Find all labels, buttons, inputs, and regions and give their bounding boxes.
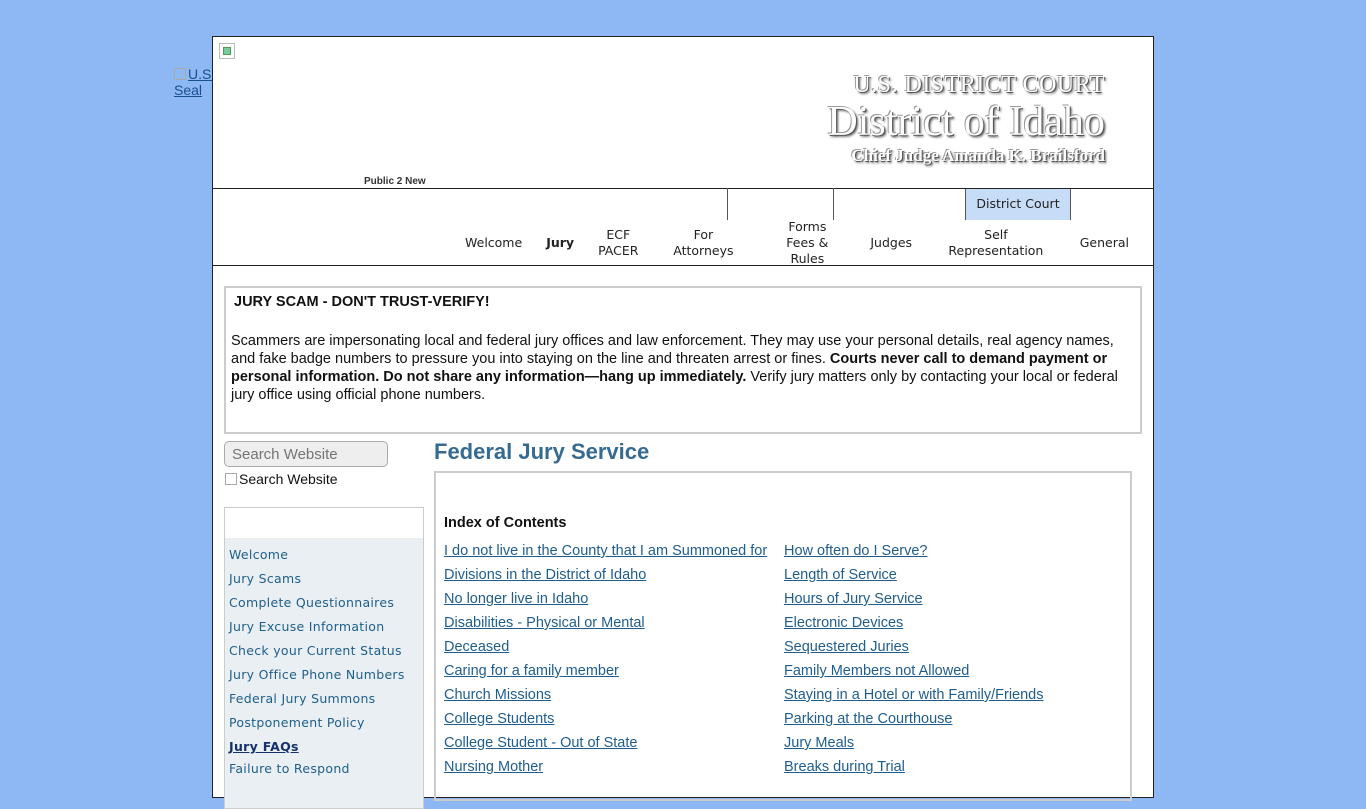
broken-image-icon	[219, 43, 235, 59]
search-button[interactable]: Search Website	[225, 471, 338, 487]
index-link[interactable]: College Student - Out of State	[444, 731, 767, 755]
search-button-alt-text: Search Website	[239, 471, 338, 487]
index-link[interactable]: I do not live in the County that I am Su…	[444, 539, 767, 563]
sidebar-item-postponement-policy[interactable]: Postponement Policy	[229, 715, 423, 739]
court-banner: U.S. DISTRICT COURT District of Idaho Ch…	[827, 71, 1105, 167]
nav-item-self-representation[interactable]: Self Representation	[924, 227, 1068, 259]
sidebar: Welcome Jury Scams Complete Questionnair…	[224, 507, 424, 809]
index-column-right: How often do I Serve? Length of Service …	[784, 539, 1044, 779]
public-label: Public 2 New	[364, 176, 426, 187]
nav-label: Welcome	[465, 235, 523, 250]
index-title: Index of Contents	[444, 515, 567, 531]
index-link[interactable]: How often do I Serve?	[784, 539, 1044, 563]
nav-item-welcome[interactable]: Welcome	[453, 235, 534, 251]
nav-label: For Attorneys	[673, 227, 734, 258]
search-input[interactable]	[224, 441, 388, 467]
nav-divider	[213, 265, 1153, 266]
sidebar-item-jury-office-phone-numbers[interactable]: Jury Office Phone Numbers	[229, 667, 423, 691]
index-link[interactable]: Sequestered Juries	[784, 635, 1044, 659]
nav-label: Self Representation	[948, 227, 1044, 258]
scam-alert-box: JURY SCAM - DON'T TRUST-VERIFY! Scammers…	[224, 286, 1142, 434]
nav-item-judges[interactable]: Judges	[858, 235, 924, 251]
nav-item-general[interactable]: General	[1068, 235, 1141, 251]
index-link[interactable]: Church Missions	[444, 683, 767, 707]
nav-label-second-line: PACER	[598, 243, 639, 258]
nav-label: Forms	[788, 219, 827, 234]
court-name-line: U.S. DISTRICT COURT	[853, 72, 1105, 98]
main-navigation: Welcome Jury ECF PACER For Attorneys Form…	[453, 219, 1153, 266]
nav-label: ECF	[606, 227, 631, 242]
nav-label: Judges	[870, 235, 913, 250]
nav-item-for-attorneys[interactable]: For Attorneys	[650, 227, 756, 259]
sidebar-item-jury-faqs[interactable]: Jury FAQs	[229, 739, 423, 761]
index-link[interactable]: Hours of Jury Service	[784, 587, 1044, 611]
index-link[interactable]: Deceased	[444, 635, 767, 659]
chief-judge-line: Chief Judge Amanda K. Brailsford	[851, 146, 1105, 165]
search-image-icon	[225, 473, 237, 485]
tab-district-court[interactable]: District Court	[965, 189, 1071, 220]
index-link[interactable]: Breaks during Trial	[784, 755, 1044, 779]
sidebar-item-complete-questionnaires[interactable]: Complete Questionnaires	[229, 595, 423, 619]
nav-tab-divider	[727, 188, 728, 220]
nav-item-jury[interactable]: Jury	[534, 235, 586, 251]
index-link[interactable]: Electronic Devices	[784, 611, 1044, 635]
nav-label-second-line: Fees & Rules	[786, 235, 829, 266]
page-title: Federal Jury Service	[434, 439, 650, 464]
district-name-line: District of Idaho	[827, 99, 1105, 145]
index-link[interactable]: Disabilities - Physical or Mental	[444, 611, 767, 635]
nav-label: General	[1079, 235, 1129, 250]
index-link[interactable]: Parking at the Courthouse	[784, 707, 1044, 731]
alert-title: JURY SCAM - DON'T TRUST-VERIFY!	[234, 294, 490, 310]
page-container: Public 2 New U.S. DISTRICT COURT Distric…	[212, 36, 1154, 809]
nav-item-forms-fees-rules[interactable]: Forms Fees & Rules	[756, 219, 858, 267]
nav-item-ecf-pacer[interactable]: ECF PACER	[586, 227, 650, 259]
index-link[interactable]: No longer live in Idaho	[444, 587, 767, 611]
index-column-left: I do not live in the County that I am Su…	[444, 539, 767, 779]
sidebar-item-federal-jury-summons[interactable]: Federal Jury Summons	[229, 691, 423, 715]
index-link[interactable]: Staying in a Hotel or with Family/Friend…	[784, 683, 1044, 707]
sidebar-item-jury-scams[interactable]: Jury Scams	[229, 571, 423, 595]
nav-label: Jury	[546, 235, 575, 250]
alert-body: Scammers are impersonating local and fed…	[231, 332, 1135, 404]
index-link[interactable]: Family Members not Allowed	[784, 659, 1044, 683]
sidebar-item-jury-excuse-information[interactable]: Jury Excuse Information	[229, 619, 423, 643]
content-panel: Index of Contents I do not live in the C…	[434, 471, 1132, 801]
sidebar-item-welcome[interactable]: Welcome	[229, 547, 423, 571]
index-link[interactable]: Nursing Mother	[444, 755, 767, 779]
sidebar-item-check-current-status[interactable]: Check your Current Status	[229, 643, 423, 667]
nav-tab-divider	[833, 188, 834, 220]
index-link[interactable]: Divisions in the District of Idaho	[444, 563, 767, 587]
seal-image-icon	[174, 68, 186, 80]
index-link[interactable]: Length of Service	[784, 563, 1044, 587]
sidebar-item-failure-to-respond[interactable]: Failure to Respond	[229, 761, 423, 785]
index-link[interactable]: College Students	[444, 707, 767, 731]
index-link[interactable]: Caring for a family member	[444, 659, 767, 683]
index-link[interactable]: Jury Meals	[784, 731, 1044, 755]
